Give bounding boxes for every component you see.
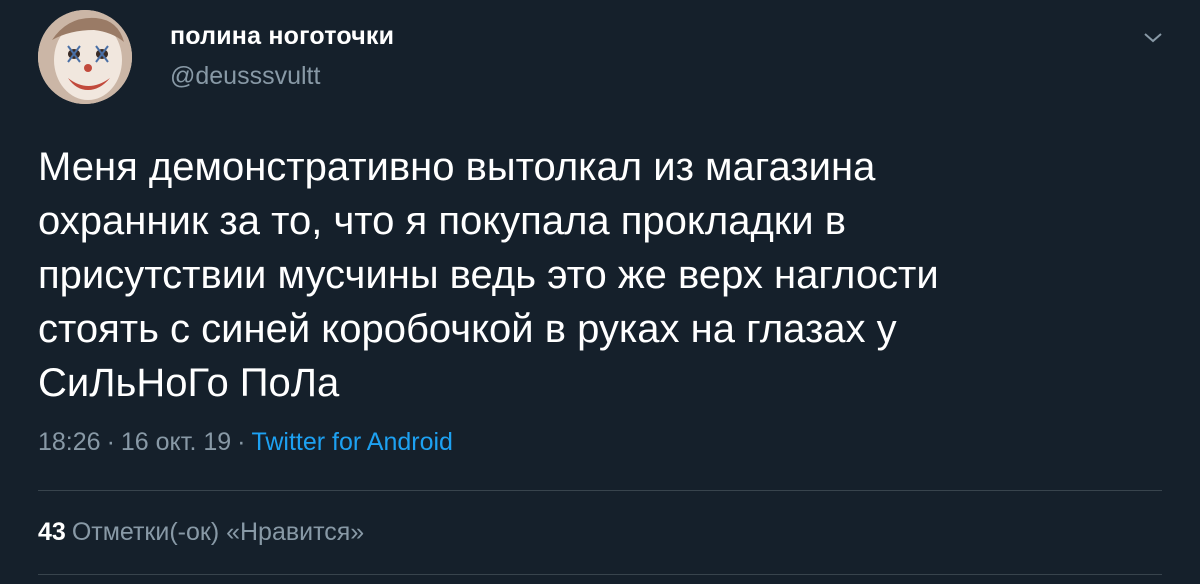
meta-separator: · — [237, 428, 246, 456]
divider — [38, 490, 1162, 491]
clown-face-avatar-icon — [38, 10, 132, 104]
tweet-date[interactable]: 16 окт. 19 — [121, 428, 231, 456]
tweet-card: полина ноготочки @deusssvultt Меня демон… — [0, 0, 1200, 584]
tweet-text: Меня демонстративно вытолкал из магазина… — [38, 145, 939, 405]
chevron-down-icon[interactable] — [1140, 28, 1166, 48]
meta-separator: · — [106, 428, 115, 456]
avatar[interactable] — [38, 10, 132, 104]
tweet-source-link[interactable]: Twitter for Android — [251, 428, 452, 456]
likes-count: 43 — [38, 518, 66, 546]
username[interactable]: @deusssvultt — [170, 62, 320, 91]
likes-label: Отметки(-ок) «Нравится» — [71, 518, 365, 546]
divider — [38, 574, 1162, 575]
tweet-time[interactable]: 18:26 — [38, 428, 101, 456]
likes-stat[interactable]: 43 Отметки(-ок) «Нравится» — [38, 518, 364, 547]
display-name[interactable]: полина ноготочки — [170, 22, 394, 51]
tweet-meta: 18:26 · 16 окт. 19 · Twitter for Android — [38, 428, 453, 457]
